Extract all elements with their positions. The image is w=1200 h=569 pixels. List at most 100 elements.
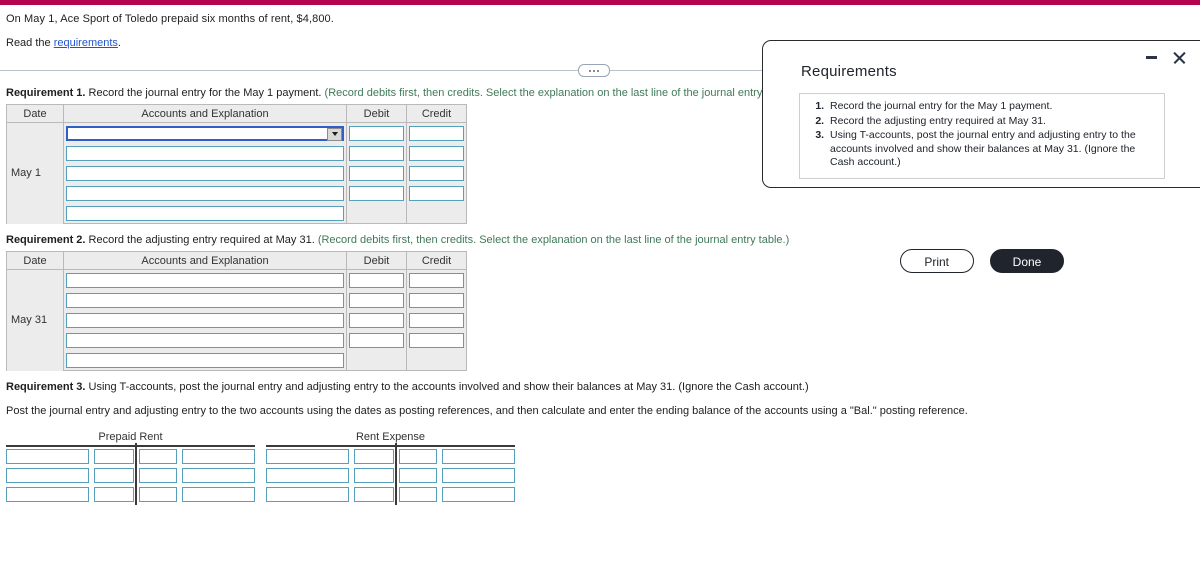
accounts-input[interactable] — [66, 165, 344, 181]
column-header-date: Date — [6, 251, 64, 270]
column-header-debit: Debit — [346, 104, 407, 123]
credit-cell — [406, 143, 467, 163]
t-credit-amount-input[interactable] — [182, 487, 255, 502]
requirement-3-text: Using T-accounts, post the journal entry… — [85, 381, 809, 393]
table-row — [7, 143, 467, 163]
ellipsis-handle-icon[interactable] — [578, 64, 610, 77]
t-account-row — [266, 468, 515, 483]
table-row — [7, 183, 467, 203]
table-row-explanation — [7, 350, 467, 371]
debit-input[interactable] — [349, 332, 404, 348]
explanation-input[interactable] — [66, 205, 344, 221]
credit-input[interactable] — [409, 165, 464, 181]
modal-title: Requirements — [801, 63, 897, 80]
debit-input[interactable] — [349, 145, 404, 161]
t-credit-ref-input[interactable] — [399, 449, 437, 464]
journal-table-2: Date Accounts and Explanation Debit Cred… — [6, 251, 467, 371]
credit-input[interactable] — [409, 272, 464, 288]
credit-cell — [406, 330, 467, 350]
modal-actions: Print Done — [763, 249, 1200, 273]
credit-cell — [406, 183, 467, 203]
t-accounts-container: Prepaid Rent Rent Expense — [6, 431, 1200, 506]
accounts-input[interactable] — [66, 272, 344, 288]
t-debit-ref-input[interactable] — [266, 468, 349, 483]
credit-cell — [406, 163, 467, 183]
debit-input[interactable] — [349, 165, 404, 181]
accounts-input[interactable] — [66, 145, 344, 161]
t-account-rent-expense: Rent Expense — [266, 431, 515, 506]
t-credit-ref-input[interactable] — [399, 487, 437, 502]
credit-input[interactable] — [409, 185, 464, 201]
debit-cell — [346, 122, 407, 143]
t-debit-amount-input[interactable] — [354, 449, 394, 464]
t-balance-amount-input[interactable] — [94, 487, 134, 502]
dot-icon — [593, 69, 595, 72]
requirement-2-heading: Requirement 2. Record the adjusting entr… — [6, 234, 1200, 246]
done-button[interactable]: Done — [989, 249, 1065, 273]
t-credit-ref-input[interactable] — [139, 487, 177, 502]
accounts-input[interactable] — [66, 312, 344, 328]
requirements-list: Record the journal entry for the May 1 p… — [808, 100, 1156, 170]
credit-cell — [406, 310, 467, 330]
account-select-1[interactable] — [66, 125, 344, 141]
requirements-modal: Requirements Record the journal entry fo… — [762, 40, 1200, 273]
t-account-row — [266, 449, 515, 464]
accounts-cell — [63, 143, 347, 163]
accounts-input[interactable] — [66, 185, 344, 201]
requirement-3-label: Requirement 3. — [6, 381, 86, 393]
minimize-icon[interactable] — [1146, 56, 1157, 59]
requirements-link[interactable]: requirements — [54, 37, 118, 49]
list-item: Record the adjusting entry required at M… — [827, 115, 1156, 129]
t-debit-ref-input[interactable] — [266, 449, 349, 464]
accounts-cell — [63, 163, 347, 183]
print-button[interactable]: Print — [899, 249, 974, 273]
credit-input[interactable] — [409, 332, 464, 348]
t-account-vertical-rule — [135, 443, 137, 505]
t-balance-amount-input[interactable] — [354, 487, 394, 502]
credit-input[interactable] — [409, 145, 464, 161]
t-debit-ref-input[interactable] — [6, 468, 89, 483]
t-credit-ref-input[interactable] — [399, 468, 437, 483]
accounts-cell — [63, 183, 347, 203]
t-debit-amount-input[interactable] — [354, 468, 394, 483]
t-credit-ref-input[interactable] — [139, 468, 177, 483]
t-balance-ref-input[interactable] — [6, 487, 89, 502]
debit-cell — [346, 290, 407, 310]
t-credit-amount-input[interactable] — [182, 449, 255, 464]
credit-cell — [406, 269, 467, 290]
accounts-cell — [63, 269, 347, 290]
t-debit-ref-input[interactable] — [6, 449, 89, 464]
debit-input[interactable] — [349, 292, 404, 308]
journal-date-cell: May 1 — [6, 122, 64, 224]
credit-input[interactable] — [409, 292, 464, 308]
table-row — [7, 163, 467, 183]
accounts-input[interactable] — [66, 292, 344, 308]
table-row — [7, 330, 467, 350]
t-credit-amount-input[interactable] — [442, 487, 515, 502]
requirement-1-hint: (Record debits first, then credits. Sele… — [324, 87, 796, 99]
credit-input[interactable] — [409, 125, 464, 141]
explanation-input[interactable] — [66, 352, 344, 368]
close-icon[interactable] — [1173, 51, 1186, 64]
t-account-title: Rent Expense — [355, 431, 426, 443]
chevron-down-icon[interactable] — [327, 127, 342, 141]
credit-input[interactable] — [409, 312, 464, 328]
t-debit-amount-input[interactable] — [94, 449, 134, 464]
accounts-input[interactable] — [66, 332, 344, 348]
t-credit-amount-input[interactable] — [182, 468, 255, 483]
list-item: Using T-accounts, post the journal entry… — [827, 129, 1156, 170]
explanation-cell — [63, 203, 347, 224]
t-credit-amount-input[interactable] — [442, 449, 515, 464]
t-credit-ref-input[interactable] — [139, 449, 177, 464]
table-row — [7, 290, 467, 310]
accounts-cell — [63, 122, 347, 143]
debit-input[interactable] — [349, 312, 404, 328]
debit-input[interactable] — [349, 125, 404, 141]
t-debit-amount-input[interactable] — [94, 468, 134, 483]
t-balance-ref-input[interactable] — [266, 487, 349, 502]
debit-input[interactable] — [349, 272, 404, 288]
table-row-explanation — [7, 203, 467, 224]
t-credit-amount-input[interactable] — [442, 468, 515, 483]
debit-input[interactable] — [349, 185, 404, 201]
table-row — [7, 310, 467, 330]
